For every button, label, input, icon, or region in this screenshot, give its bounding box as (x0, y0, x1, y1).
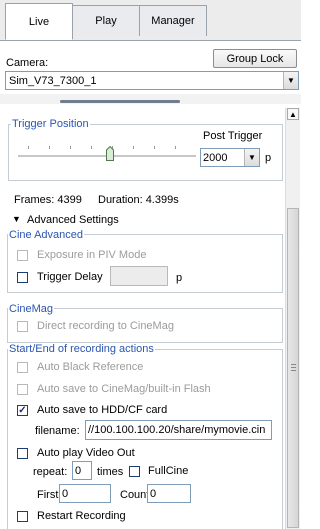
auto-black-label: Auto Black Reference (37, 361, 144, 373)
filename-input[interactable]: //100.100.100.20/share/mymovie.cin (85, 420, 272, 440)
checkbox-box[interactable] (17, 384, 28, 395)
first-value: 0 (62, 487, 69, 500)
advanced-settings-label: Advanced Settings (27, 214, 119, 226)
auto-play-label: Auto play Video Out (37, 447, 135, 459)
direct-recording-label: Direct recording to CineMag (37, 320, 174, 332)
first-label: First (37, 489, 59, 501)
frames-text: Frames: 4399 (14, 194, 82, 206)
collapse-triangle-icon: ▼ (12, 214, 21, 224)
auto-save-cinemag-label: Auto save to CineMag/built-in Flash (37, 383, 211, 395)
slider-thumb[interactable] (106, 145, 114, 161)
fullcine-label: FullCine (148, 465, 189, 477)
tab-play-label: Play (95, 15, 117, 27)
repeat-input[interactable]: 0 (72, 461, 92, 480)
repeat-label: repeat: (33, 466, 68, 478)
auto-save-hdd-label: Auto save to HDD/CF card (37, 404, 168, 416)
splitter[interactable] (0, 94, 301, 104)
tab-play[interactable]: Play (72, 5, 140, 36)
restart-recording-label: Restart Recording (37, 510, 126, 522)
checkbox-box[interactable] (17, 511, 28, 522)
checkbox-box[interactable] (17, 362, 28, 373)
chevron-down-icon: ▼ (244, 149, 259, 166)
post-trigger-select[interactable]: 2000 ▼ (200, 148, 260, 167)
trigger-delay-unit: p (176, 272, 183, 284)
exposure-piv-label: Exposure in PIV Mode (37, 249, 147, 261)
post-trigger-value: 2000 (203, 151, 228, 164)
chevron-down-icon: ▼ (283, 72, 298, 89)
tab-manager[interactable]: Manager (139, 5, 207, 36)
duration-text: Duration: 4.399s (98, 194, 179, 206)
tab-live[interactable]: Live (5, 3, 73, 40)
trigger-position-label: Trigger Position (11, 118, 90, 130)
group-lock-button[interactable]: Group Lock (213, 49, 297, 68)
tab-bar: Live Play Manager (0, 0, 301, 41)
repeat-value: 0 (75, 464, 82, 477)
first-input[interactable]: 0 (59, 484, 111, 503)
recording-actions-label: Start/End of recording actions (8, 343, 155, 355)
camera-select-value: Sim_V73_7300_1 (9, 74, 97, 87)
post-trigger-unit: p (265, 152, 272, 164)
post-trigger-label: Post Trigger (203, 130, 263, 142)
count-input[interactable]: 0 (147, 484, 191, 503)
scroll-up-icon[interactable]: ▲ (287, 108, 299, 120)
checkbox-box[interactable] (17, 321, 28, 332)
checkbox-box[interactable] (17, 272, 28, 283)
count-value: 0 (150, 487, 157, 500)
tab-live-label: Live (28, 15, 50, 28)
cine-advanced-label: Cine Advanced (8, 229, 84, 241)
trigger-position-slider[interactable] (18, 137, 196, 167)
camera-select[interactable]: Sim_V73_7300_1 ▼ (5, 71, 299, 90)
cinemag-label: CineMag (8, 303, 55, 315)
camera-label: Camera: (6, 57, 49, 69)
checkbox-box[interactable] (17, 448, 28, 459)
times-label: times (97, 466, 124, 478)
checkbox-box[interactable] (129, 466, 140, 477)
trigger-delay-label: Trigger Delay (37, 271, 103, 283)
count-label: Count (120, 489, 150, 501)
vertical-scrollbar[interactable]: ▲ (285, 108, 300, 529)
checkbox-box[interactable] (17, 250, 28, 261)
splitter-grip (60, 100, 180, 103)
checkmark-icon[interactable]: ✓ (17, 405, 28, 416)
scrollbar-thumb[interactable] (287, 208, 299, 528)
filename-label: filename: (35, 425, 80, 437)
tab-manager-label: Manager (151, 15, 195, 27)
trigger-delay-input[interactable] (110, 266, 168, 286)
filename-value: //100.100.100.20/share/mymovie.cin (88, 424, 266, 436)
advanced-settings-header[interactable]: ▼ Advanced Settings (8, 214, 284, 227)
